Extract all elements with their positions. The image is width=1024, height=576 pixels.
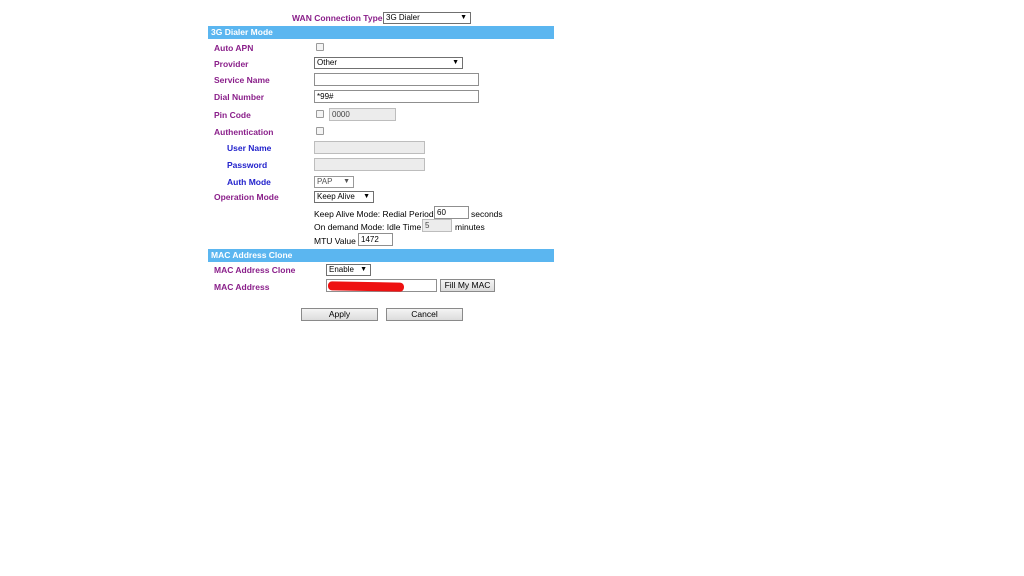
mac-clone-select[interactable]: Enable ▼ — [326, 264, 371, 276]
on-demand-text: On demand Mode: Idle Time — [314, 222, 422, 232]
password-label: Password — [227, 160, 268, 170]
user-name-input[interactable] — [314, 141, 425, 154]
wan-connection-type-label: WAN Connection Type — [292, 13, 383, 23]
pin-code-checkbox[interactable] — [316, 110, 324, 118]
section-header-3g-dialer: 3G Dialer Mode — [208, 26, 554, 39]
provider-value: Other — [317, 58, 338, 67]
service-name-label: Service Name — [214, 75, 270, 85]
service-name-input[interactable] — [314, 73, 479, 86]
auth-mode-label: Auth Mode — [227, 177, 271, 187]
dropdown-arrow-icon: ▼ — [452, 59, 459, 66]
dropdown-arrow-icon: ▼ — [460, 14, 467, 21]
user-name-label: User Name — [227, 143, 272, 153]
wan-connection-type-value: 3G Dialer — [386, 13, 420, 22]
section-header-mac-clone: MAC Address Clone — [208, 249, 554, 262]
dropdown-arrow-icon: ▼ — [343, 178, 350, 185]
idle-time-input[interactable]: 5 — [422, 219, 452, 232]
fill-my-mac-button[interactable]: Fill My MAC — [440, 279, 495, 292]
pin-code-input[interactable]: 0000 — [329, 108, 396, 121]
auth-mode-select[interactable]: PAP ▼ — [314, 176, 354, 188]
keep-alive-text: Keep Alive Mode: Redial Period — [314, 209, 434, 219]
auto-apn-label: Auto APN — [214, 43, 254, 53]
authentication-checkbox[interactable] — [316, 127, 324, 135]
mac-address-label: MAC Address — [214, 282, 270, 292]
dropdown-arrow-icon: ▼ — [360, 266, 367, 273]
redial-period-unit: seconds — [471, 209, 503, 219]
mtu-input[interactable]: 1472 — [358, 233, 393, 246]
mac-clone-label: MAC Address Clone — [214, 265, 296, 275]
cancel-button[interactable]: Cancel — [386, 308, 463, 321]
wan-connection-type-select[interactable]: 3G Dialer ▼ — [383, 12, 471, 24]
apply-button[interactable]: Apply — [301, 308, 378, 321]
provider-label: Provider — [214, 59, 249, 69]
operation-mode-select[interactable]: Keep Alive ▼ — [314, 191, 374, 203]
dropdown-arrow-icon: ▼ — [363, 193, 370, 200]
mtu-label: MTU Value — [314, 236, 356, 246]
authentication-label: Authentication — [214, 127, 274, 137]
mac-clone-value: Enable — [329, 265, 354, 274]
idle-time-unit: minutes — [455, 222, 485, 232]
auto-apn-checkbox[interactable] — [316, 43, 324, 51]
redaction-mark — [327, 281, 405, 292]
auth-mode-value: PAP — [317, 177, 333, 186]
password-input[interactable] — [314, 158, 425, 171]
operation-mode-value: Keep Alive — [317, 192, 355, 201]
provider-select[interactable]: Other ▼ — [314, 57, 463, 69]
pin-code-label: Pin Code — [214, 110, 251, 120]
dial-number-label: Dial Number — [214, 92, 265, 102]
redial-period-input[interactable]: 60 — [434, 206, 469, 219]
dial-number-input[interactable]: *99# — [314, 90, 479, 103]
operation-mode-label: Operation Mode — [214, 192, 279, 202]
